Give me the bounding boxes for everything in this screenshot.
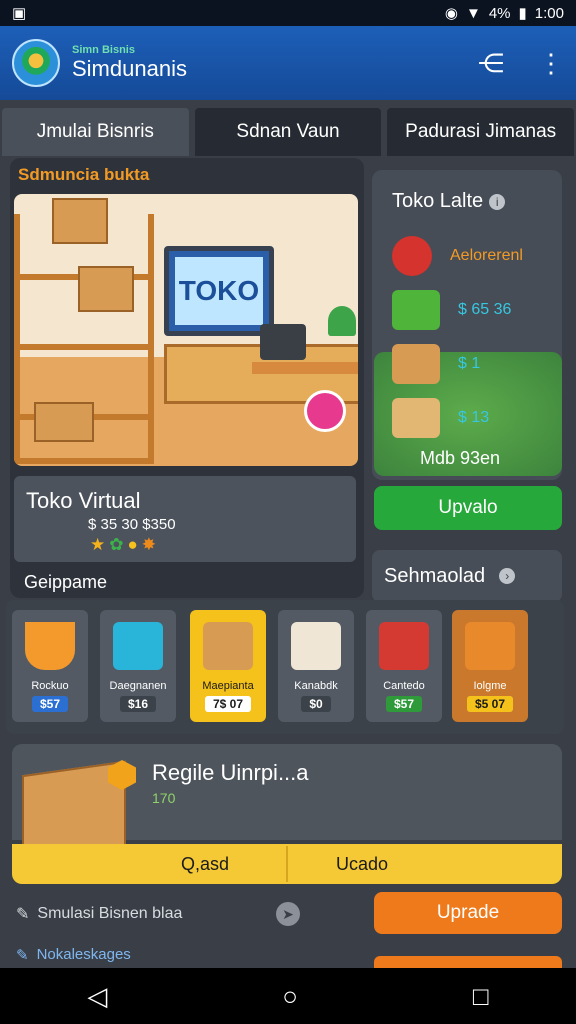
share-icon[interactable]: ⋲ xyxy=(478,48,504,79)
product-card[interactable]: Rockuo $57 xyxy=(12,610,88,722)
cash-register-icon xyxy=(260,324,306,360)
side-item[interactable]: $ 1 xyxy=(392,344,480,384)
more-vert-icon[interactable]: ⋮ xyxy=(538,48,564,79)
side-item[interactable]: $ 65 36 xyxy=(392,290,511,330)
home-icon[interactable]: ○ xyxy=(282,981,298,1012)
card-icon xyxy=(392,398,440,438)
app-subtitle: Simn Bisnis xyxy=(72,44,135,56)
battery-text: 4% xyxy=(488,4,511,22)
cash-icon xyxy=(392,290,440,330)
clock: 1:00 xyxy=(534,4,564,22)
side-title: Toko Lalte i xyxy=(392,190,506,213)
tab-padurasi[interactable]: Padurasi Jimanas xyxy=(387,108,575,156)
monitor-illustration: TOKO xyxy=(164,246,274,336)
gallery-icon: ▣ xyxy=(12,5,27,22)
recents-icon[interactable]: □ xyxy=(473,981,489,1012)
package-icon xyxy=(203,622,253,670)
tab-bar: Jmulai Bisnris Sdnan Vaun Padurasi Jiman… xyxy=(0,108,576,156)
section-title: Sdmuncia bukta xyxy=(18,165,150,184)
cart-icon xyxy=(465,622,515,670)
product-card[interactable]: Cantedo $57 xyxy=(366,610,442,722)
cube-icon xyxy=(113,622,163,670)
upgrade-button-orange[interactable]: Uprade xyxy=(374,892,562,934)
tab-sdnan-vaun[interactable]: Sdnan Vaun xyxy=(194,108,382,156)
store-name: Toko Virtual xyxy=(26,488,141,513)
status-bar: ▣ ◉ ▼ 4% ▮ 1:00 xyxy=(0,0,576,26)
arrow-icon[interactable]: ➤ xyxy=(276,902,300,926)
side-item[interactable]: Aelorerenl xyxy=(392,236,523,276)
pink-badge-icon xyxy=(304,390,346,432)
back-icon[interactable]: ◁ xyxy=(87,981,107,1012)
product-card[interactable]: Kanabdk $0 xyxy=(278,610,354,722)
store-value: $ 35 30 $350 xyxy=(88,516,176,533)
rating-icons: ★✿●✸ xyxy=(90,535,161,554)
side-item[interactable]: $ 13 xyxy=(392,398,489,438)
simulasi-link[interactable]: ✎ Smulasi Bisnen blaa xyxy=(16,904,182,924)
table-illustration xyxy=(252,362,358,374)
promo-right-button[interactable]: Ucado xyxy=(286,846,436,882)
promo-title: Regile Uinrpi...a xyxy=(152,760,309,785)
plant-icon xyxy=(328,306,356,336)
upgrade-button[interactable]: Upvalo xyxy=(374,486,562,530)
app-title: Simdunanis xyxy=(72,56,187,81)
edit-icon: ✎ xyxy=(16,906,30,923)
box-illustration xyxy=(52,198,108,244)
system-nav-bar: ◁ ○ □ xyxy=(0,968,576,1024)
box-illustration xyxy=(78,266,134,312)
tracking-link[interactable]: ✎ Nokaleskages xyxy=(16,946,131,964)
toko-sign: TOKO xyxy=(175,257,263,325)
app-bar: Simn Bisnis Simdunanis ⋲ ⋮ xyxy=(0,26,576,100)
bucket-icon xyxy=(25,622,75,670)
app-logo xyxy=(12,39,60,87)
store-illustration: TOKO xyxy=(14,194,358,466)
wifi-icon: ▼ xyxy=(465,4,481,22)
badge-icon xyxy=(392,236,432,276)
redbox-icon xyxy=(379,622,429,670)
edit-icon: ✎ xyxy=(16,947,29,964)
promo-left-button[interactable]: Q,asd xyxy=(130,846,280,882)
tab-mulai-bisnis[interactable]: Jmulai Bisnris xyxy=(2,108,189,156)
info-icon[interactable]: i xyxy=(489,193,506,210)
alarm-icon: ◉ xyxy=(444,5,458,22)
category-label: Geippame xyxy=(24,572,108,592)
promo-sub: 170 xyxy=(152,790,176,806)
product-card[interactable]: Daegnanen $16 xyxy=(100,610,176,722)
battery-icon: ▮ xyxy=(518,5,527,22)
product-card[interactable]: Maepianta 7$ 07 xyxy=(190,610,266,722)
store-info-card[interactable]: Toko Virtual $ 35 30 $350 ★✿●✸ xyxy=(14,476,356,562)
box-illustration xyxy=(34,402,94,442)
schedule-button[interactable]: Sehmaolad › xyxy=(372,550,562,602)
product-card[interactable]: Iolgme $5 07 xyxy=(452,610,528,722)
boxes-icon xyxy=(392,344,440,384)
side-total: Mdb 93en xyxy=(420,448,501,468)
partial-button[interactable] xyxy=(374,956,562,968)
pack-icon xyxy=(291,622,341,670)
info-icon: › xyxy=(499,568,516,584)
